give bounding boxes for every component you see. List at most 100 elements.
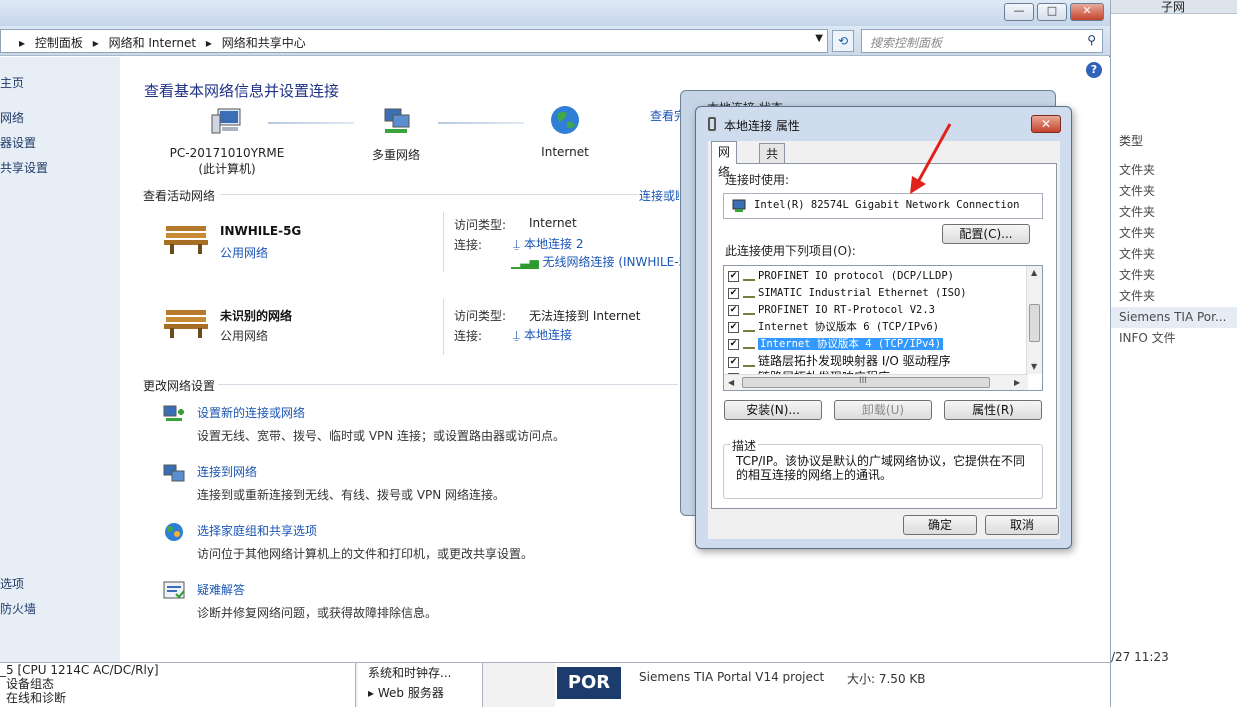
address-dropdown-icon[interactable]: ▼ [815,33,823,44]
computer-node[interactable]: PC-20171010YRME (此计算机) [162,107,292,177]
connection-link[interactable]: ⍊ 本地连接 [513,326,572,343]
multiple-networks-node[interactable]: 多重网络 [356,107,436,163]
sidebar-item-sharing-settings[interactable]: 共享设置 [0,159,48,176]
breadcrumb-item[interactable]: 网络和共享中心 [222,36,306,50]
list-item-selected[interactable]: ✔ Internet 协议版本 4 (TCP/IPv4) [728,336,944,353]
adapter-name: Intel(R) 82574L Gigabit Network Connecti… [754,199,1020,211]
component-list[interactable]: ✔ PROFINET IO protocol (DCP/LLDP) ✔ SIMATI… [723,265,1043,391]
help-icon[interactable]: ? [1086,62,1102,78]
network-type-link[interactable]: 公用网络 [220,244,268,261]
horizontal-scrollbar[interactable]: ◀ III ▶ [724,374,1028,390]
access-type-value: 无法连接到 Internet [529,309,641,323]
task-description: 连接到或重新连接到无线、有线、拨号或 VPN 网络连接。 [197,488,506,502]
sidebar-item-home[interactable]: 主页 [0,74,24,91]
active-networks-title: 查看活动网络 [143,189,216,203]
file-type-text: Siemens TIA Portal V14 project [639,670,825,684]
type-row[interactable]: 文件夹 [1119,265,1237,286]
maximize-button[interactable]: □ [1037,3,1067,21]
type-row[interactable]: 文件夹 [1119,160,1237,181]
vertical-scrollbar[interactable]: ▲ ▼ [1026,266,1042,374]
tree-item[interactable]: 在线和诊断 [0,691,355,705]
properties-button[interactable]: 属性(R) [944,400,1042,420]
nav-item[interactable]: ▸ Web 服务器 [358,683,482,703]
type-row[interactable]: 文件夹 [1119,202,1237,223]
red-arrow-annotation-icon [910,123,952,194]
scroll-down-icon[interactable]: ▼ [1031,362,1037,371]
close-button[interactable]: ✕ [1070,3,1104,21]
sidebar-item-options[interactable]: 选项 [0,575,24,592]
list-item[interactable]: ✔ PROFINET IO protocol (DCP/LLDP) [728,268,954,285]
connection-label: 连接: [454,329,483,343]
internet-node[interactable]: Internet [525,104,605,159]
breadcrumb-item[interactable]: 网络和 Internet [109,36,196,50]
scroll-thumb[interactable] [1029,304,1040,342]
troubleshoot-link[interactable]: 疑难解答 [197,581,245,598]
uninstall-button[interactable]: 卸载(U) [834,400,932,420]
list-item[interactable]: ✔ PROFINET IO RT-Protocol V2.3 [728,302,935,319]
ethernet-icon: ⍊ [513,237,525,251]
internet-label: Internet [541,145,589,159]
nav-item[interactable]: 系统和时钟存... [358,663,482,683]
tree-item[interactable]: 设备组态 [0,677,355,691]
ok-button[interactable]: 确定 [903,515,977,535]
checkbox[interactable]: ✔ [728,270,739,282]
window-titlebar[interactable]: — □ ✕ [0,0,1110,26]
dialog-close-button[interactable]: ✕ [1031,115,1061,133]
sidebar-item-network[interactable]: 网络 [0,109,24,126]
refresh-icon: ⟲ [837,34,849,48]
breadcrumb-item[interactable]: 控制面板 [35,36,83,50]
install-button[interactable]: 安装(N)... [724,400,822,420]
list-item[interactable]: ✔ 链路层拓扑发现映射器 I/O 驱动程序 [728,353,951,370]
configure-button[interactable]: 配置(C)... [942,224,1030,244]
address-bar[interactable]: ▸ 控制面板 ▸ 网络和 Internet ▸ 网络和共享中心 ▼ [0,29,828,53]
tab-sharing[interactable]: 共享 [759,143,786,181]
type-row[interactable]: INFO 文件 [1119,328,1237,349]
scroll-up-icon[interactable]: ▲ [1031,268,1037,277]
wireless-connection-link[interactable]: ▁▃▅ 无线网络连接 (INWHILE-5G [511,253,681,270]
list-item[interactable]: ✔ SIMATIC Industrial Ethernet (ISO) [728,285,967,302]
connect-disconnect-link[interactable]: 连接或断 [639,187,679,204]
checkbox[interactable]: ✔ [728,287,739,299]
tree-item[interactable]: _5 [CPU 1214C AC/DC/Rly] [0,663,355,677]
scroll-right-icon[interactable]: ▶ [1014,378,1020,387]
type-row-selected[interactable]: Siemens TIA Por... [1111,307,1237,328]
network-type-link[interactable]: 公用网络 [220,327,268,344]
homegroup-icon [165,523,183,541]
tab-network[interactable]: 网络 [711,141,738,179]
refresh-button[interactable]: ⟲ [832,30,854,52]
task-description: 诊断并修复网络问题，或获得故障排除信息。 [197,606,438,620]
checkbox[interactable]: ✔ [728,304,739,316]
items-label: 此连接使用下列项目(O): [725,244,856,258]
type-row[interactable]: 文件夹 [1119,286,1237,307]
setup-new-connection-link[interactable]: 设置新的连接或网络 [197,404,305,421]
type-row[interactable]: 文件夹 [1119,181,1237,202]
sidebar-item-firewall[interactable]: 防火墙 [0,600,36,617]
connection-line [268,122,354,124]
type-row[interactable]: 文件夹 [1119,244,1237,265]
sidebar-item-adapter-settings[interactable]: 器设置 [0,134,36,151]
protocol-icon [743,272,755,281]
computer-icon [211,108,241,134]
background-bottom-area: _5 [CPU 1214C AC/DC/Rly] 设备组态 在线和诊断 系统和时… [0,662,1110,707]
network-card-icon [732,199,746,212]
minimize-button[interactable]: — [1004,3,1034,21]
homegroup-sharing-link[interactable]: 选择家庭组和共享选项 [197,522,317,539]
type-row[interactable]: 文件夹 [1119,223,1237,244]
connection-link[interactable]: ⍊ 本地连接 2 [513,235,583,252]
modified-date: /27 11:23 [1111,650,1169,664]
checkbox[interactable]: ✔ [728,356,739,368]
new-connection-icon [163,405,184,421]
search-input[interactable]: 搜索控制面板 ⚲ [861,29,1103,53]
cancel-button[interactable]: 取消 [985,515,1059,535]
search-icon[interactable]: ⚲ [1087,33,1096,47]
checkbox[interactable]: ✔ [728,338,739,350]
list-item[interactable]: ✔ Internet 协议版本 6 (TCP/IPv6) [728,319,939,336]
connect-to-network-link[interactable]: 连接到网络 [197,463,257,480]
scroll-left-icon[interactable]: ◀ [728,378,734,387]
type-column-header[interactable]: 类型 [1119,132,1143,149]
network-name: INWHILE-5G [220,224,302,238]
checkbox[interactable]: ✔ [728,321,739,333]
scroll-thumb[interactable]: III [742,376,990,388]
background-explorer-panel: 子网 类型 文件夹 文件夹 文件夹 文件夹 文件夹 文件夹 文件夹 Siemen… [1110,0,1237,707]
project-tree: _5 [CPU 1214C AC/DC/Rly] 设备组态 在线和诊断 [0,663,356,707]
